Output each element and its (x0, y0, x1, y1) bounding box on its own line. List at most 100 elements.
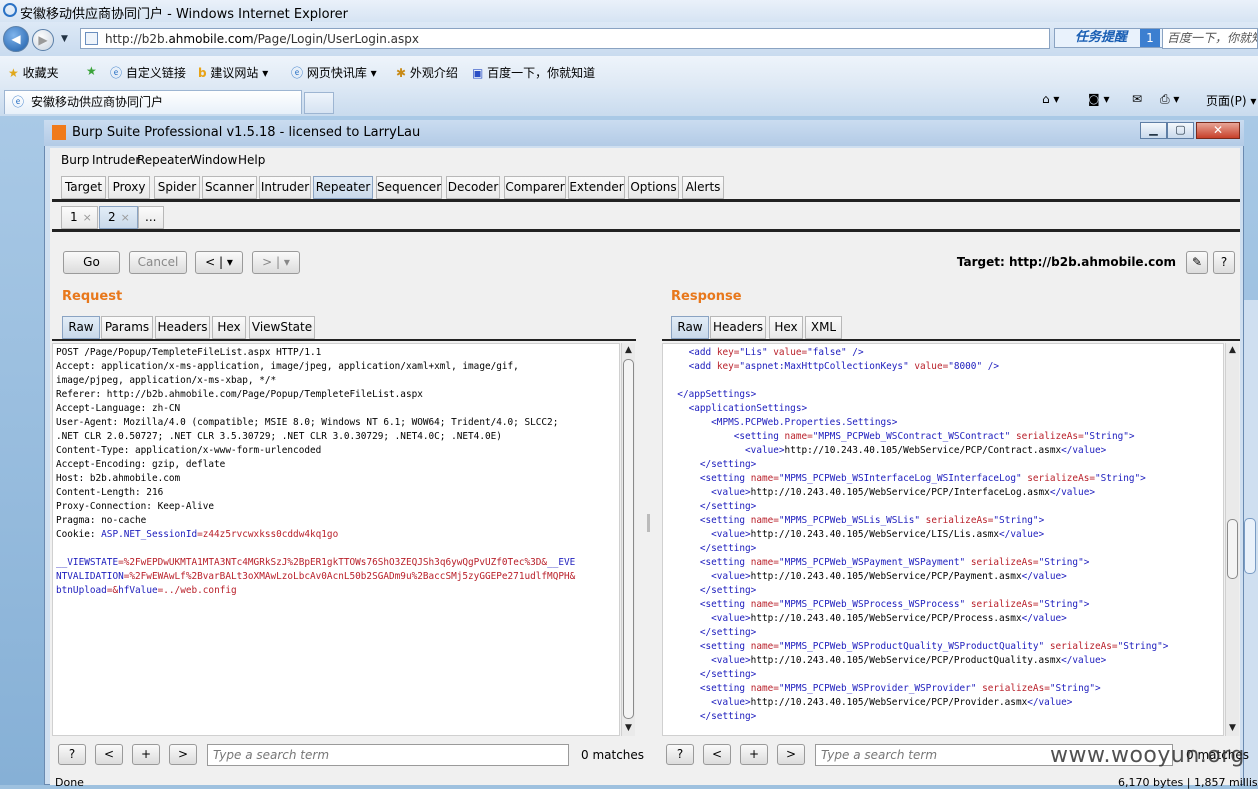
history-dropdown-icon[interactable]: ▼ (61, 34, 68, 44)
param-value: =%2FwEPDwUKMTA1MTA3NTc4MGRkSzJ%2BpER1gkT… (118, 557, 548, 568)
menu-help[interactable]: Help (238, 153, 265, 167)
fav-link-appearance[interactable]: ✱ 外观介绍 (396, 64, 458, 81)
menu-burp[interactable]: Burp (61, 153, 89, 167)
xml-attr-value: "aspnet:MaxHttpCollectionKeys" (739, 361, 909, 372)
history-back-button[interactable]: < | ▾ (195, 251, 243, 274)
tab-comparer[interactable]: Comparer (504, 176, 566, 199)
ie-tab[interactable]: ⓔ 安徽移动供应商协同门户 (4, 90, 302, 114)
fav-link-suggested[interactable]: b 建议网站 ▾ (198, 64, 268, 81)
menu-window[interactable]: Window (190, 153, 237, 167)
maximize-button[interactable]: ▢ (1167, 122, 1194, 139)
tab-proxy[interactable]: Proxy (108, 176, 150, 199)
request-tab-hex[interactable]: Hex (212, 316, 246, 339)
code-line: POST /Page/Popup/TempleteFileList.aspx H… (56, 346, 575, 360)
response-scrollbar[interactable]: ▲ ▼ (1225, 343, 1239, 736)
back-button[interactable]: ◀ (3, 26, 29, 52)
scroll-down-icon[interactable]: ▼ (1228, 723, 1237, 733)
tab-repeater[interactable]: Repeater (313, 176, 373, 199)
request-search-prev-button[interactable]: < (95, 744, 123, 765)
request-tab-headers[interactable]: Headers (155, 316, 210, 339)
help-icon[interactable]: ? (1213, 251, 1235, 274)
repeater-tab-2[interactable]: 2 × (99, 206, 138, 229)
request-header-line: POST /Page/Popup/TempleteFileList.aspx H… (56, 347, 322, 358)
tab-sequencer[interactable]: Sequencer (376, 176, 442, 199)
response-search-help-button[interactable]: ? (666, 744, 694, 765)
new-tab-button[interactable] (304, 92, 334, 114)
history-forward-button[interactable]: > | ▾ (252, 251, 300, 274)
fav-link-baidu[interactable]: ▣ 百度一下，你就知道 (472, 64, 595, 81)
response-raw-text[interactable]: <add key="Lis" value="false" /> <add key… (666, 346, 1168, 724)
tab-spider[interactable]: Spider (154, 176, 200, 199)
code-line: Accept: application/x-ms-application, im… (56, 360, 575, 374)
fav-link-webslice[interactable]: ⓔ 网页快讯库 ▾ (291, 64, 377, 81)
request-tab-raw[interactable]: Raw (62, 316, 100, 339)
ie-page-icon: ⓔ (291, 66, 304, 80)
request-search-help-button[interactable]: ? (58, 744, 86, 765)
response-search-options-button[interactable]: + (740, 744, 768, 765)
response-tab-xml[interactable]: XML (805, 316, 842, 339)
tab-intruder[interactable]: Intruder (259, 176, 311, 199)
fav-link-custom[interactable]: ⓔ 自定义链接 (110, 64, 186, 81)
request-editor[interactable]: POST /Page/Popup/TempleteFileList.aspx H… (52, 343, 620, 736)
param-name: hfValue (118, 585, 158, 596)
scroll-up-icon[interactable]: ▲ (624, 345, 633, 355)
split-pane-handle[interactable] (647, 514, 650, 532)
request-tab-params[interactable]: Params (101, 316, 153, 339)
ie-page-scrollbar[interactable] (1242, 300, 1258, 785)
ie-scroll-thumb[interactable] (1244, 518, 1256, 574)
burp-logo-icon (52, 125, 66, 140)
tab-scanner[interactable]: Scanner (202, 176, 257, 199)
baidu-search-input[interactable]: 百度一下，你就知 (1162, 28, 1258, 49)
response-tab-raw[interactable]: Raw (671, 316, 709, 339)
code-line: </setting> (666, 458, 1168, 472)
repeater-tab-1[interactable]: 1 × (61, 206, 98, 229)
xml-attr: key= (716, 361, 740, 372)
request-search-next-button[interactable]: > (169, 744, 197, 765)
scroll-up-icon[interactable]: ▲ (1228, 345, 1237, 355)
scroll-down-icon[interactable]: ▼ (624, 723, 633, 733)
close-tab-icon[interactable]: × (121, 211, 130, 224)
response-editor[interactable]: <add key="Lis" value="false" /> <add key… (662, 343, 1224, 736)
edit-target-icon[interactable]: ✎ (1186, 251, 1208, 274)
add-favorite-icon[interactable]: ★ (86, 64, 97, 78)
response-scroll-thumb[interactable] (1227, 519, 1238, 579)
menu-repeater[interactable]: Repeater (137, 153, 192, 167)
request-search-input[interactable]: Type a search term (207, 744, 569, 766)
tab-alerts[interactable]: Alerts (682, 176, 724, 199)
request-tab-viewstate[interactable]: ViewState (249, 316, 315, 339)
go-button[interactable]: Go (63, 251, 120, 274)
response-tab-hex[interactable]: Hex (769, 316, 803, 339)
cancel-button[interactable]: Cancel (129, 251, 187, 274)
request-scrollbar[interactable]: ▲ ▼ (621, 343, 635, 736)
tab-target[interactable]: Target (61, 176, 106, 199)
xml-tag: /> (846, 347, 864, 358)
tab-extender[interactable]: Extender (568, 176, 625, 199)
minimize-button[interactable]: ▁ (1140, 122, 1167, 139)
code-line: <value>http://10.243.40.105/WebService/P… (666, 696, 1168, 710)
print-icon[interactable]: ⎙ ▾ (1160, 92, 1179, 107)
response-tab-headers[interactable]: Headers (710, 316, 766, 339)
request-scroll-thumb[interactable] (623, 359, 634, 719)
xml-attr-value: "false" (807, 347, 847, 358)
code-line: User-Agent: Mozilla/4.0 (compatible; MSI… (56, 416, 575, 430)
tab-options[interactable]: Options (628, 176, 679, 199)
response-search-prev-button[interactable]: < (703, 744, 731, 765)
address-input[interactable]: http://b2b.ahmobile.com/Page/Login/UserL… (80, 28, 1050, 49)
request-search-options-button[interactable]: + (132, 744, 160, 765)
close-tab-icon[interactable]: × (83, 211, 92, 224)
feeds-icon[interactable]: ◙ ▾ (1088, 92, 1109, 106)
tab-decoder[interactable]: Decoder (446, 176, 500, 199)
response-search-next-button[interactable]: > (777, 744, 805, 765)
forward-button[interactable]: ▶ (32, 29, 54, 51)
menu-intruder[interactable]: Intruder (92, 153, 140, 167)
param-name: NTVALIDATION (56, 571, 124, 582)
mail-icon[interactable]: ✉ (1132, 92, 1142, 106)
close-button[interactable]: ✕ (1196, 122, 1240, 139)
home-icon[interactable]: ⌂ ▾ (1042, 92, 1059, 106)
favorites-button[interactable]: ★ 收藏夹 (8, 64, 59, 81)
request-header-line: Pragma: no-cache (56, 515, 147, 526)
request-raw-text[interactable]: POST /Page/Popup/TempleteFileList.aspx H… (56, 346, 575, 598)
repeater-tab-new[interactable]: ... (138, 206, 164, 229)
page-menu[interactable]: 页面(P) ▾ (1206, 92, 1256, 109)
